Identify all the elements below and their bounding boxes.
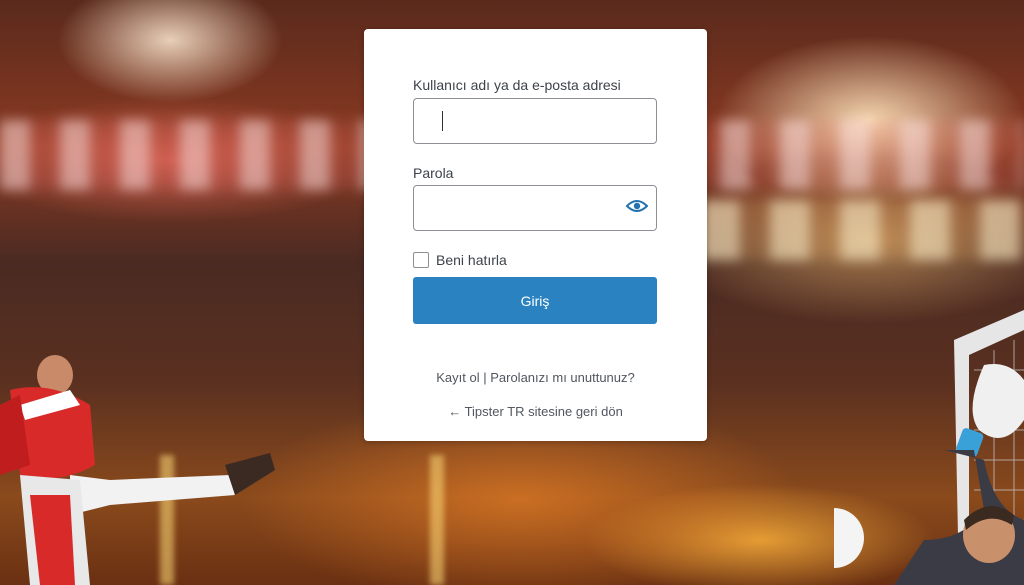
remember-label: Beni hatırla	[436, 252, 507, 268]
striker-illustration	[0, 355, 275, 585]
password-label: Parola	[413, 165, 454, 181]
eye-icon	[626, 200, 648, 212]
text-caret	[442, 111, 443, 131]
username-label: Kullanıcı adı ya da e-posta adresi	[413, 77, 621, 93]
stadium-lights-right	[700, 200, 1024, 260]
login-card: Kullanıcı adı ya da e-posta adresi Parol…	[364, 29, 707, 441]
goalkeeper-illustration	[834, 310, 1024, 585]
login-button[interactable]: Giriş	[413, 277, 657, 324]
username-input[interactable]	[413, 98, 657, 144]
password-input[interactable]	[413, 185, 657, 231]
remember-me[interactable]: Beni hatırla	[413, 252, 507, 268]
register-link[interactable]: Kayıt ol	[436, 370, 479, 385]
back-to-site-link[interactable]: ← Tipster TR sitesine geri dön	[364, 404, 707, 419]
auth-links: Kayıt ol | Parolanızı mı unuttunuz?	[364, 370, 707, 385]
remember-checkbox[interactable]	[413, 252, 429, 268]
password-toggle-button[interactable]	[622, 191, 652, 221]
field-light-streak	[430, 455, 444, 585]
forgot-password-link[interactable]: Parolanızı mı unuttunuz?	[490, 370, 635, 385]
